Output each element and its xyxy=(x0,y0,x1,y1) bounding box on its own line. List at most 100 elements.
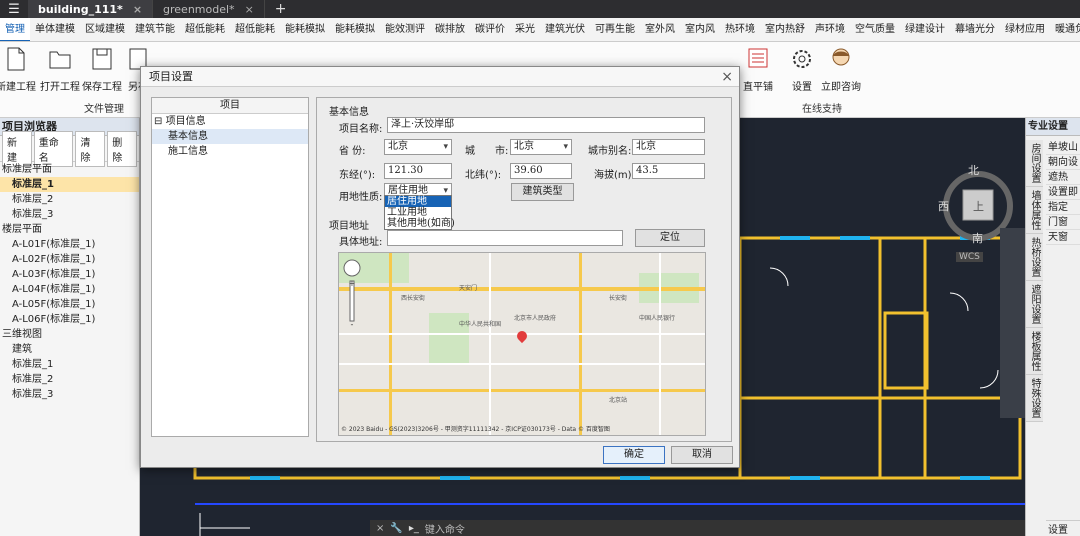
menu-item[interactable]: 超低能耗 xyxy=(180,18,230,41)
dialog-title: 项目设置 xyxy=(141,67,739,87)
right-panel-item[interactable]: 设置即 xyxy=(1046,185,1080,200)
tree-item[interactable]: 标准层_3 xyxy=(0,387,139,402)
tree-group[interactable]: 楼层平面 xyxy=(0,222,139,237)
wrench-icon[interactable]: 🔧 xyxy=(390,523,402,534)
tree-item[interactable]: 标准层_3 xyxy=(0,207,139,222)
map-label: 长安街 xyxy=(609,295,628,302)
right-bottom-tab[interactable]: 设置 xyxy=(1046,520,1080,536)
tree-group[interactable]: 三维视图 xyxy=(0,327,139,342)
tree-item[interactable]: 标准层_1 xyxy=(0,177,139,192)
menu-item[interactable]: 室内风 xyxy=(680,18,720,41)
tree-item[interactable]: A-L01F(标准层_1) xyxy=(0,237,139,252)
new-tab-button[interactable]: + xyxy=(265,1,297,17)
close-tab-icon[interactable]: × xyxy=(245,3,254,16)
menu-item[interactable]: 能耗模拟 xyxy=(330,18,380,41)
menu-item[interactable]: 空气质量 xyxy=(850,18,900,41)
menu-item[interactable]: 超低能耗 xyxy=(230,18,280,41)
consult-button[interactable]: 立即咨询 xyxy=(820,46,862,93)
menu-item[interactable]: 绿材应用 xyxy=(1000,18,1050,41)
tree-item[interactable]: 标准层_2 xyxy=(0,192,139,207)
clear-button[interactable]: 清除 xyxy=(75,130,106,167)
menu-item[interactable]: 热环境 xyxy=(720,18,760,41)
tree-item[interactable]: A-L04F(标准层_1) xyxy=(0,282,139,297)
delete-button[interactable]: 删除 xyxy=(107,130,138,167)
land-use-option[interactable]: 工业用地 xyxy=(385,207,451,218)
land-use-option[interactable]: 其他用地(如商) xyxy=(385,218,455,229)
open-project-button[interactable]: 打开工程 xyxy=(40,46,80,93)
tree-item-basic-info[interactable]: 基本信息 xyxy=(152,129,308,144)
vertical-tab[interactable]: 楼板属性 xyxy=(1026,328,1043,375)
land-use-option[interactable]: 居住用地 xyxy=(385,196,451,207)
tree-item-project-info[interactable]: ⊟ 项目信息 xyxy=(152,114,308,129)
longitude-input[interactable]: 121.30 xyxy=(384,163,452,179)
tree-item[interactable]: 标准层_1 xyxy=(0,357,139,372)
menu-item[interactable]: 室内热舒 xyxy=(760,18,810,41)
menu-item[interactable]: 暖通负荷 xyxy=(1050,18,1080,41)
project-name-input[interactable]: 泽上·沃饺岸邸 xyxy=(387,117,705,133)
menu-item[interactable]: 能效测评 xyxy=(380,18,430,41)
right-panel-item[interactable]: 天窗 xyxy=(1046,230,1080,245)
building-type-button[interactable]: 建筑类型 xyxy=(511,183,574,201)
tree-item[interactable]: A-L02F(标准层_1) xyxy=(0,252,139,267)
command-bar[interactable]: × 🔧 ▸_ 键入命令 xyxy=(370,520,1025,536)
menu-item[interactable]: 采光 xyxy=(510,18,540,41)
right-panel-item[interactable]: 指定 xyxy=(1046,200,1080,215)
ok-button[interactable]: 确定 xyxy=(603,446,665,464)
menu-item[interactable]: 室外风 xyxy=(640,18,680,41)
tile-button[interactable]: 直平铺 xyxy=(738,46,778,93)
vertical-tab[interactable]: 热桥设置 xyxy=(1026,234,1043,281)
wcs-label[interactable]: WCS xyxy=(956,252,983,262)
compass-center[interactable]: 上 xyxy=(973,198,984,214)
vertical-tab[interactable]: 墙体属性 xyxy=(1026,187,1043,234)
dialog-close-icon[interactable]: × xyxy=(721,69,733,85)
right-panel-item[interactable]: 朝向设 xyxy=(1046,155,1080,170)
command-input[interactable]: 键入命令 xyxy=(425,521,465,536)
province-select[interactable]: 北京 ▾ xyxy=(384,139,452,155)
window-mark xyxy=(960,476,990,480)
menu-item[interactable]: 管理 xyxy=(0,18,30,41)
settings-button[interactable]: 设置 xyxy=(782,46,822,93)
menu-item[interactable]: 声环境 xyxy=(810,18,850,41)
menu-item[interactable]: 碳评价 xyxy=(470,18,510,41)
menu-item[interactable]: 区域建模 xyxy=(80,18,130,41)
menu-item[interactable]: 幕墙光分 xyxy=(950,18,1000,41)
altitude-input[interactable]: 43.5 xyxy=(632,163,705,179)
menu-item[interactable]: 建筑光伏 xyxy=(540,18,590,41)
hamburger-menu-icon[interactable]: ☰ xyxy=(0,2,28,17)
menu-item[interactable]: 能耗模拟 xyxy=(280,18,330,41)
tree-item[interactable]: 标准层_2 xyxy=(0,372,139,387)
menu-item[interactable]: 可再生能 xyxy=(590,18,640,41)
locate-button[interactable]: 定位 xyxy=(635,229,705,247)
right-panel-item[interactable]: 门窗 xyxy=(1046,215,1080,230)
right-panel-item[interactable]: 遮热 xyxy=(1046,170,1080,185)
collapse-icon[interactable]: ⊟ xyxy=(154,116,162,127)
right-panel-item[interactable]: 单坡山 xyxy=(1046,140,1080,155)
new-project-button[interactable]: 新建工程 xyxy=(0,46,36,93)
vertical-tab[interactable]: 特殊设置 xyxy=(1026,375,1043,422)
tree-item[interactable]: A-L06F(标准层_1) xyxy=(0,312,139,327)
tab-building[interactable]: building_111* × xyxy=(28,0,154,18)
menu-item[interactable]: 绿建设计 xyxy=(900,18,950,41)
map-zoom-control[interactable]: + - xyxy=(343,259,361,329)
city-select[interactable]: 北京 ▾ xyxy=(510,139,572,155)
vertical-tab[interactable]: 遮阳设置 xyxy=(1026,281,1043,328)
address-input[interactable] xyxy=(387,230,623,246)
tree-item[interactable]: A-L03F(标准层_1) xyxy=(0,267,139,282)
city-alias-input[interactable]: 北京 xyxy=(632,139,705,155)
save-project-button[interactable]: 保存工程 xyxy=(82,46,122,93)
location-map[interactable]: + - 西长安街 中华人民共和国 北京市人民政府 长安街 中国人民银行 天安门 … xyxy=(338,252,706,436)
latitude-input[interactable]: 39.60 xyxy=(510,163,572,179)
tree-item-construction-info[interactable]: 施工信息 xyxy=(152,144,308,159)
vertical-tab[interactable]: 房间设置 xyxy=(1026,140,1043,187)
map-pin-icon[interactable] xyxy=(514,328,530,344)
tree-item[interactable]: A-L05F(标准层_1) xyxy=(0,297,139,312)
cancel-button[interactable]: 取消 xyxy=(671,446,733,464)
close-icon[interactable]: × xyxy=(376,523,384,534)
menu-bar: 管理 单体建模 区域建模 建筑节能 超低能耗 超低能耗 能耗模拟 能耗模拟 能效测评 碳排放 碳评价… xyxy=(0,18,1080,42)
menu-item[interactable]: 建筑节能 xyxy=(130,18,180,41)
tree-item[interactable]: 建筑 xyxy=(0,342,139,357)
tab-greenmodel[interactable]: greenmodel* × xyxy=(153,0,265,18)
close-tab-icon[interactable]: × xyxy=(133,3,142,16)
menu-item[interactable]: 碳排放 xyxy=(430,18,470,41)
menu-item[interactable]: 单体建模 xyxy=(30,18,80,41)
